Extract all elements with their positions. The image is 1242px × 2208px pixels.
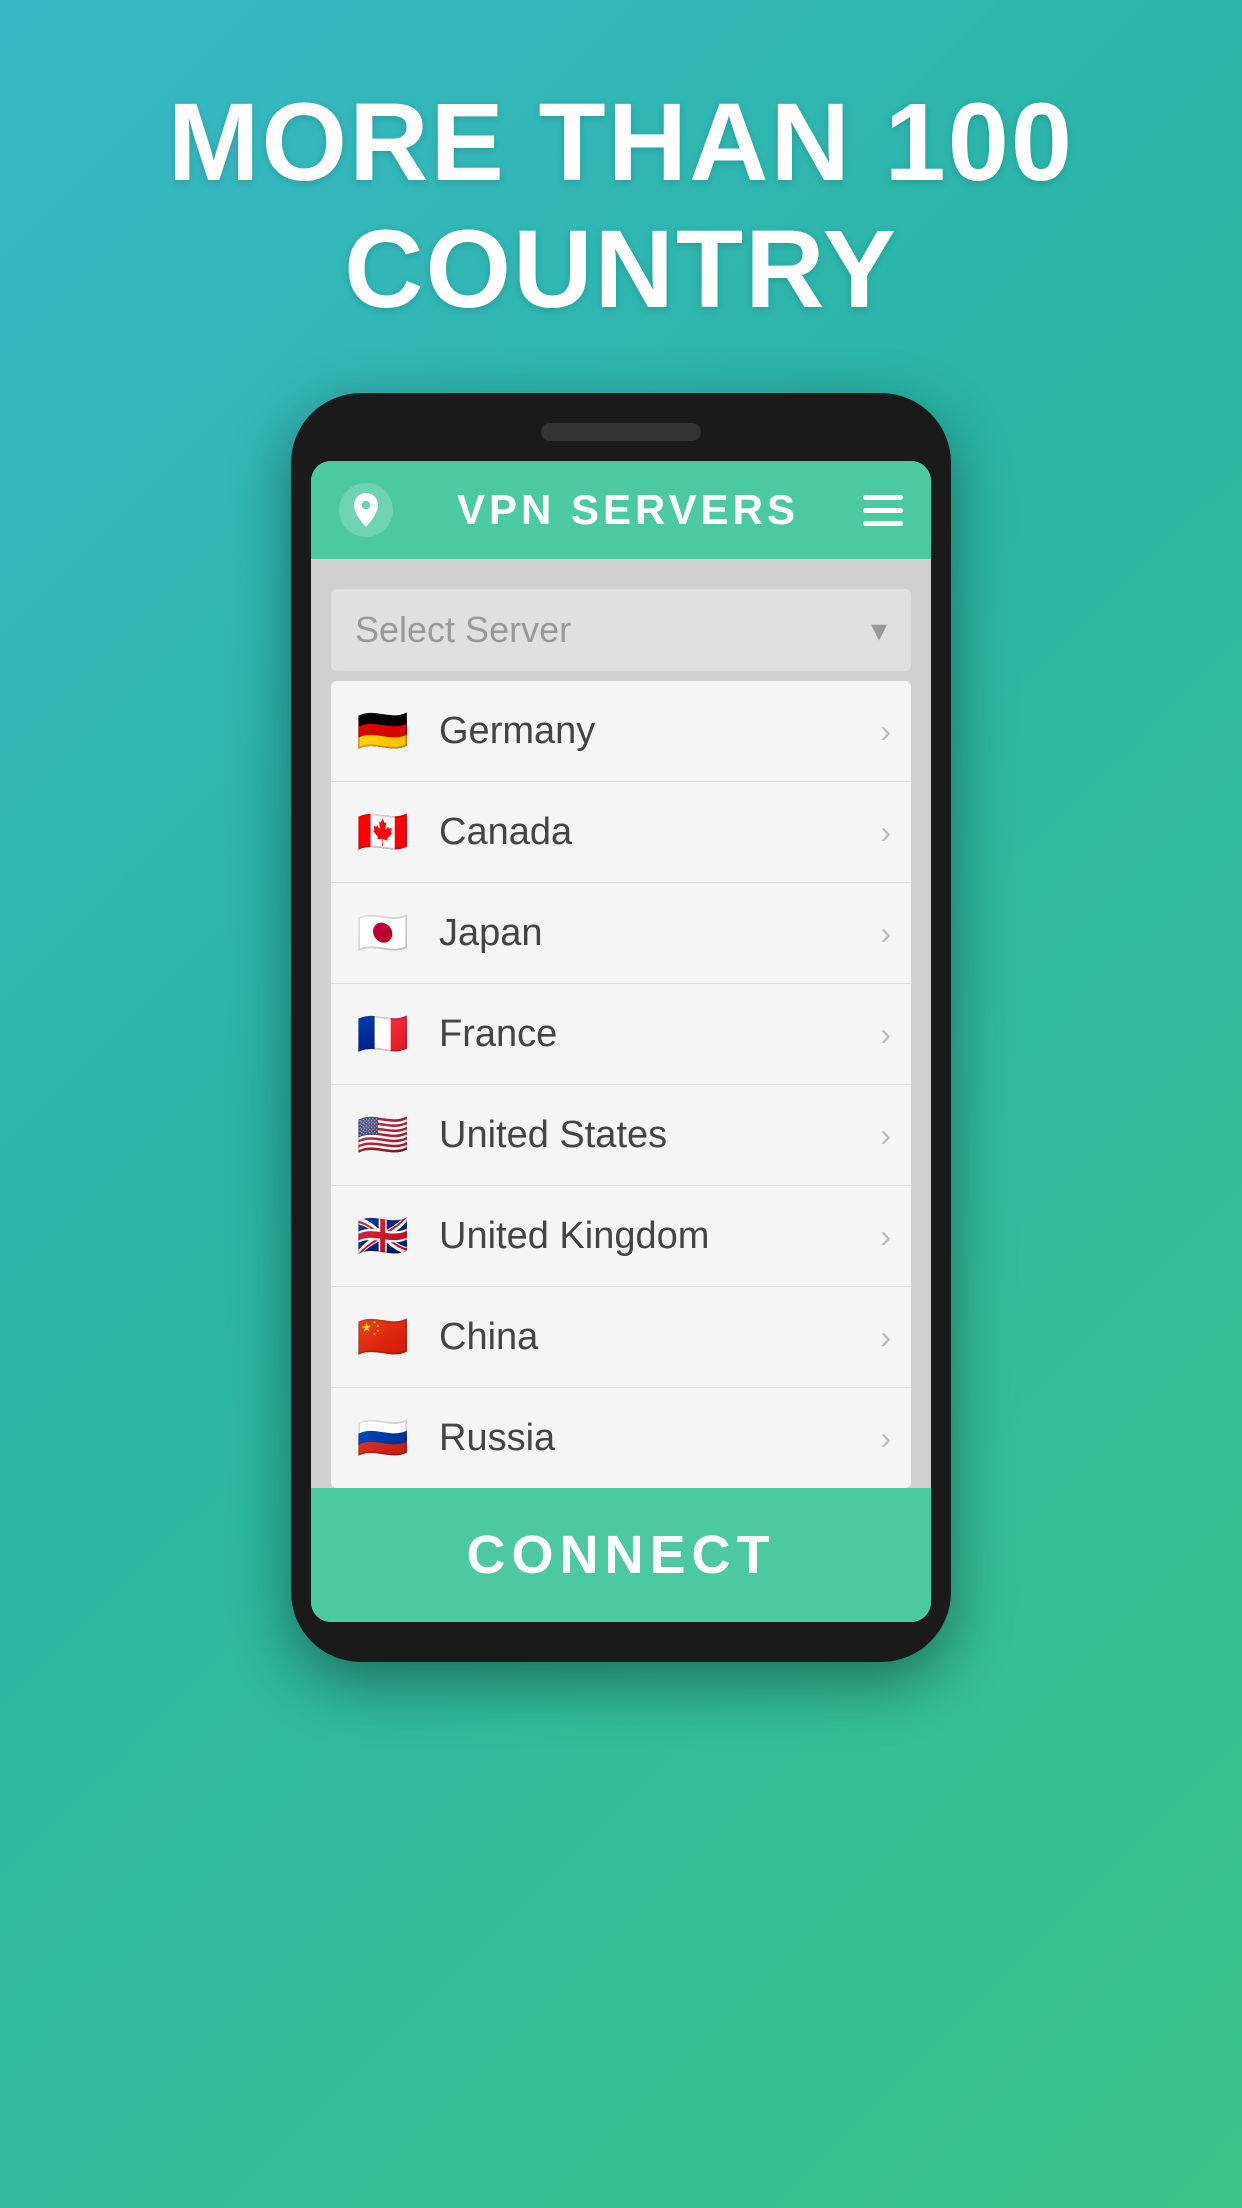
chevron-right-icon: ›	[880, 1016, 891, 1053]
flag-canada: 🇨🇦	[351, 800, 415, 864]
list-item[interactable]: 🇨🇳 China ›	[331, 1287, 911, 1388]
list-item[interactable]: 🇫🇷 France ›	[331, 984, 911, 1085]
chevron-right-icon: ›	[880, 1319, 891, 1356]
phone-device: VPN SERVERS Select Server ▾ 🇩🇪 Germany	[291, 393, 951, 1662]
list-item[interactable]: 🇬🇧 United Kingdom ›	[331, 1186, 911, 1287]
hero-title: MORE THAN 100 COUNTRY	[168, 80, 1074, 333]
flag-russia: 🇷🇺	[351, 1406, 415, 1470]
country-name-china: China	[439, 1316, 880, 1359]
country-name-japan: Japan	[439, 912, 880, 955]
connect-button[interactable]: CONNECT	[311, 1488, 931, 1622]
flag-united-states: 🇺🇸	[351, 1103, 415, 1167]
country-name-united-kingdom: United Kingdom	[439, 1215, 880, 1258]
app-content: Select Server ▾ 🇩🇪 Germany › 🇨🇦 Canada ›	[311, 559, 931, 1488]
menu-line-3	[863, 521, 903, 526]
country-name-france: France	[439, 1013, 880, 1056]
country-name-germany: Germany	[439, 710, 880, 753]
flag-united-kingdom: 🇬🇧	[351, 1204, 415, 1268]
chevron-right-icon: ›	[880, 814, 891, 851]
flag-germany: 🇩🇪	[351, 699, 415, 763]
menu-line-2	[863, 508, 903, 513]
chevron-right-icon: ›	[880, 915, 891, 952]
app-header: VPN SERVERS	[311, 461, 931, 559]
flag-japan: 🇯🇵	[351, 901, 415, 965]
select-server-placeholder: Select Server	[355, 609, 571, 651]
country-list: 🇩🇪 Germany › 🇨🇦 Canada › 🇯🇵 Japan ›	[331, 681, 911, 1488]
flag-china: 🇨🇳	[351, 1305, 415, 1369]
chevron-right-icon: ›	[880, 1117, 891, 1154]
chevron-down-icon: ▾	[871, 611, 887, 649]
list-item[interactable]: 🇯🇵 Japan ›	[331, 883, 911, 984]
app-title: VPN SERVERS	[457, 486, 799, 534]
flag-france: 🇫🇷	[351, 1002, 415, 1066]
country-name-united-states: United States	[439, 1114, 880, 1157]
country-name-russia: Russia	[439, 1417, 880, 1460]
location-pin-icon	[339, 483, 393, 537]
menu-line-1	[863, 495, 903, 500]
list-item[interactable]: 🇨🇦 Canada ›	[331, 782, 911, 883]
chevron-right-icon: ›	[880, 1420, 891, 1457]
phone-speaker	[541, 423, 701, 441]
select-server-dropdown[interactable]: Select Server ▾	[331, 589, 911, 671]
list-item[interactable]: 🇩🇪 Germany ›	[331, 681, 911, 782]
list-item[interactable]: 🇷🇺 Russia ›	[331, 1388, 911, 1488]
chevron-right-icon: ›	[880, 1218, 891, 1255]
phone-screen: VPN SERVERS Select Server ▾ 🇩🇪 Germany	[311, 461, 931, 1622]
hamburger-menu-icon[interactable]	[863, 495, 903, 526]
hero-title-line2: COUNTRY	[168, 207, 1074, 334]
chevron-right-icon: ›	[880, 713, 891, 750]
hero-title-line1: MORE THAN 100	[168, 80, 1074, 207]
country-name-canada: Canada	[439, 811, 880, 854]
list-item[interactable]: 🇺🇸 United States ›	[331, 1085, 911, 1186]
